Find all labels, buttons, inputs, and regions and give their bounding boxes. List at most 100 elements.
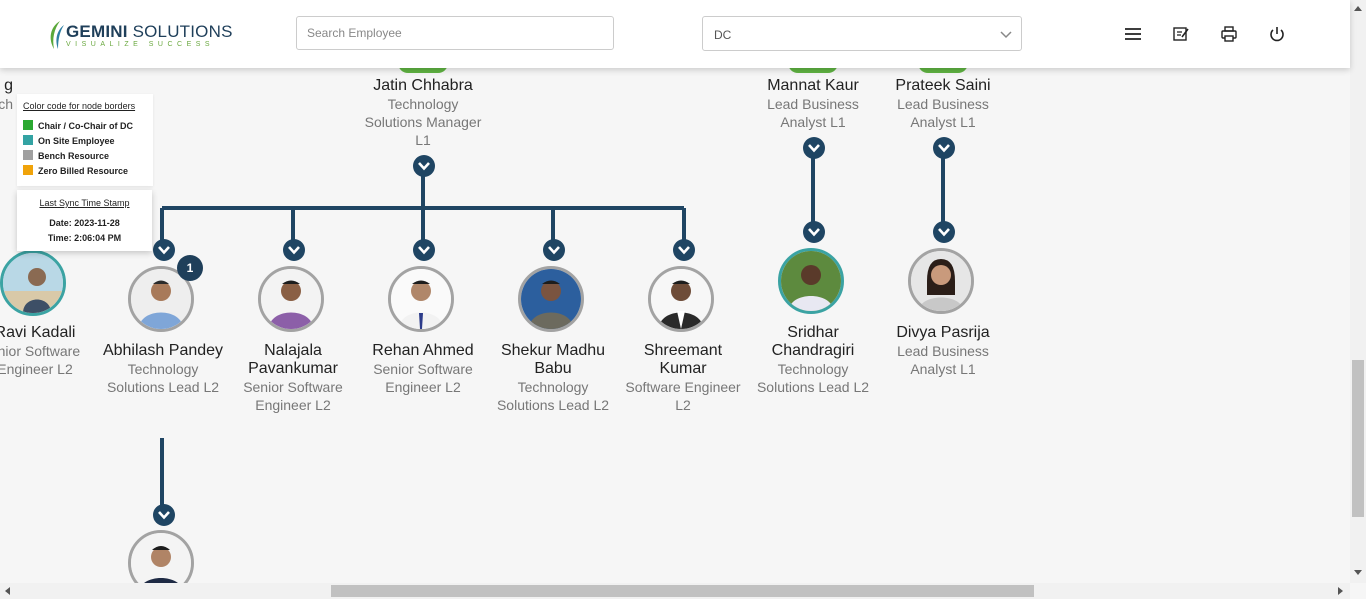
chevron-down-icon <box>548 246 560 255</box>
employee-role: Senior Software Engineer L2 <box>243 379 343 413</box>
org-node-jatin-chhabra[interactable]: Jatin Chhabra Technology Solutions Manag… <box>361 77 485 149</box>
department-select[interactable]: DC <box>702 16 1022 51</box>
chevron-down-icon <box>418 246 430 255</box>
chevron-down-icon <box>808 228 820 237</box>
chevron-down-icon <box>158 511 170 520</box>
scroll-right-arrow-icon[interactable] <box>1337 586 1345 596</box>
top-header: GEMINI SOLUTIONS VISUALIZE SUCCESS DC <box>0 0 1350 68</box>
chevron-down-icon <box>418 162 430 171</box>
avatar-nalajala-pavankumar[interactable] <box>258 266 324 332</box>
border-color-legend: Color code for node borders Chair / Co-C… <box>17 94 153 186</box>
employee-role: enior Software Engineer L2 <box>0 343 81 377</box>
employee-name: Prateek Saini <box>895 77 991 94</box>
chevron-down-icon <box>938 228 950 237</box>
scroll-down-arrow-icon[interactable] <box>1353 569 1363 577</box>
employee-role: Technology Solutions Manager L1 <box>364 96 482 148</box>
employee-role: Senior Software Engineer L2 <box>373 361 473 395</box>
employee-role: Lead Business Analyst L1 <box>897 96 989 130</box>
color-swatch <box>23 135 33 145</box>
sync-title: Last Sync Time Stamp <box>39 198 130 208</box>
expand-toggle-child[interactable] <box>153 504 175 526</box>
scroll-up-arrow-icon[interactable] <box>1353 4 1363 12</box>
employee-name: Rehan Ahmed <box>372 342 474 359</box>
department-selected-value: DC <box>714 28 732 42</box>
expand-toggle-jatin[interactable] <box>413 155 435 177</box>
org-node-shreemant-kumar[interactable]: Shreemant Kumar Software Engineer L2 <box>621 342 745 414</box>
employee-role: Lead Business Analyst L1 <box>897 343 989 377</box>
org-node-prateek-saini[interactable]: Prateek Saini Lead Business Analyst L1 <box>881 77 1005 131</box>
avatar-shekur-madhu-babu[interactable] <box>518 266 584 332</box>
edit-note-icon[interactable] <box>1171 24 1191 44</box>
org-node-shekur-madhu-babu[interactable]: Shekur Madhu Babu Technology Solutions L… <box>491 342 615 414</box>
avatar-rehan-ahmed[interactable] <box>388 266 454 332</box>
expand-toggle-rehan[interactable] <box>413 239 435 261</box>
org-node-rehan-ahmed[interactable]: Rehan Ahmed Senior Software Engineer L2 <box>361 342 485 396</box>
expand-toggle-prateek[interactable] <box>933 137 955 159</box>
org-node-divya-pasrija[interactable]: Divya Pasrija Lead Business Analyst L1 <box>881 324 1005 378</box>
sync-time: Time: 2:06:04 PM <box>47 233 122 243</box>
chevron-down-icon <box>158 246 170 255</box>
avatar-divya-pasrija[interactable] <box>908 248 974 314</box>
legend-item-zero-billed: Zero Billed Resource <box>23 165 128 177</box>
logo-text: GEMINI SOLUTIONS <box>66 22 233 41</box>
employee-name: Nalajala Pavankumar <box>248 342 338 377</box>
color-swatch <box>23 120 33 130</box>
org-node-sridhar-chandragiri[interactable]: Sridhar Chandragiri Technology Solutions… <box>751 324 875 396</box>
legend-item-bench: Bench Resource <box>23 150 109 162</box>
leaf-logo-icon <box>50 21 64 49</box>
employee-name: Divya Pasrija <box>896 324 990 341</box>
vertical-scrollbar-thumb[interactable] <box>1352 360 1364 517</box>
color-swatch <box>23 165 33 175</box>
org-node-nalajala-pavankumar[interactable]: Nalajala Pavankumar Senior Software Engi… <box>231 342 355 414</box>
scroll-left-arrow-icon[interactable] <box>3 586 11 596</box>
horizontal-scrollbar-thumb[interactable] <box>331 585 1034 597</box>
person-photo-icon <box>391 269 451 329</box>
org-node-ravi-kadali[interactable]: Ravi Kadali enior Software Engineer L2 <box>0 324 97 378</box>
person-photo-icon <box>781 251 841 311</box>
chevron-down-icon <box>678 246 690 255</box>
expand-toggle-shreemant[interactable] <box>673 239 695 261</box>
chevron-down-icon <box>938 144 950 153</box>
expand-toggle-nalajala[interactable] <box>283 239 305 261</box>
avatar-ravi-kadali[interactable] <box>0 250 66 316</box>
sync-date: Date: 2023-11-28 <box>49 218 120 228</box>
menu-icon[interactable] <box>1123 24 1143 44</box>
legend-item-chair: Chair / Co-Chair of DC <box>23 120 133 132</box>
person-photo-icon <box>261 269 321 329</box>
chevron-down-icon <box>1000 31 1012 39</box>
expand-toggle-shekur[interactable] <box>543 239 565 261</box>
legend-item-onsite: On Site Employee <box>23 135 115 147</box>
power-icon[interactable] <box>1267 24 1287 44</box>
expand-toggle-mannat[interactable] <box>803 137 825 159</box>
org-node-mannat-kaur[interactable]: Mannat Kaur Lead Business Analyst L1 <box>751 77 875 131</box>
employee-name: Mannat Kaur <box>767 77 859 94</box>
employee-role: ch <box>0 96 13 112</box>
employee-name: Shreemant Kumar <box>643 342 723 377</box>
avatar-sridhar-chandragiri[interactable] <box>778 248 844 314</box>
person-photo-icon <box>3 253 63 313</box>
direct-reports-count-badge: 1 <box>177 255 203 281</box>
person-photo-icon <box>911 251 971 311</box>
person-photo-icon <box>521 269 581 329</box>
expand-toggle-sridhar[interactable] <box>803 221 825 243</box>
employee-role: Technology Solutions Lead L2 <box>106 361 220 395</box>
logo-tagline: VISUALIZE SUCCESS <box>66 41 215 48</box>
legend-title: Color code for node borders <box>23 101 136 111</box>
org-node-abhilash-pandey[interactable]: Abhilash Pandey Technology Solutions Lea… <box>101 342 225 396</box>
employee-name: Jatin Chhabra <box>373 77 473 94</box>
employee-name: Ravi Kadali <box>0 324 76 341</box>
last-sync-panel: Last Sync Time Stamp Date: 2023-11-28 Ti… <box>17 190 152 251</box>
print-icon[interactable] <box>1219 24 1239 44</box>
gemini-logo[interactable]: GEMINI SOLUTIONS VISUALIZE SUCCESS <box>46 17 232 51</box>
expand-toggle-divya[interactable] <box>933 221 955 243</box>
org-node-partial-left[interactable]: g ch <box>0 77 13 113</box>
expand-toggle-abhilash[interactable] <box>153 239 175 261</box>
avatar-shreemant-kumar[interactable] <box>648 266 714 332</box>
employee-role: Technology Solutions Lead L2 <box>756 361 870 395</box>
employee-name: Shekur Madhu Babu <box>500 342 606 377</box>
chevron-down-icon <box>808 144 820 153</box>
person-photo-icon <box>651 269 711 329</box>
search-employee-input[interactable] <box>296 16 614 50</box>
chevron-down-icon <box>288 246 300 255</box>
employee-role: Lead Business Analyst L1 <box>767 96 859 130</box>
